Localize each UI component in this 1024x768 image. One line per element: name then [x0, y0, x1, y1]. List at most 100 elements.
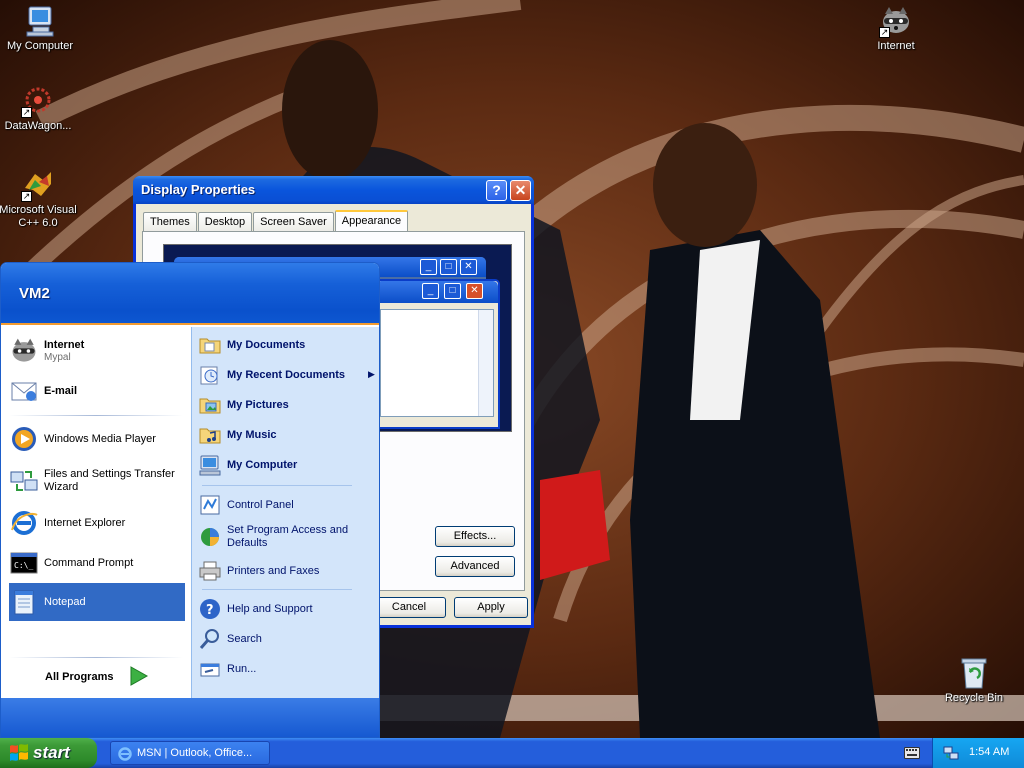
clock[interactable]: 1:54 AM	[969, 746, 1009, 758]
desktop-icon-label: DataWagon...	[4, 120, 72, 132]
desktop-icon-datawagon[interactable]: ↗ DataWagon...	[0, 84, 78, 133]
start-item-my-computer[interactable]: My Computer	[198, 451, 378, 479]
start-item-my-documents[interactable]: My Documents	[198, 331, 378, 359]
tab-strip: Themes Desktop Screen Saver Appearance	[143, 210, 409, 233]
desktop-icon-label: My Computer	[6, 40, 74, 52]
start-menu-places: My Documents My Recent Documents ▶ My Pi…	[191, 327, 379, 698]
start-item-my-music[interactable]: My Music	[198, 421, 378, 449]
run-icon	[198, 657, 222, 681]
start-item-label: Run...	[227, 662, 257, 675]
start-item-search[interactable]: Search	[198, 625, 378, 653]
window-title: Display Properties	[141, 182, 256, 197]
start-item-label: Windows Media Player	[44, 432, 156, 445]
desktop-icon-visual-cpp[interactable]: ↗ Microsoft Visual C++ 6.0	[0, 168, 78, 230]
desktop-icon-recycle-bin[interactable]: Recycle Bin	[934, 656, 1014, 705]
green-arrow-icon[interactable]	[129, 665, 149, 687]
window-titlebar[interactable]: Display Properties ? ✕	[133, 176, 534, 204]
preview-scrollbar	[478, 310, 493, 416]
start-item-sublabel: Mypal	[44, 352, 71, 363]
shortcut-arrow-icon: ↗	[21, 191, 32, 202]
raccoon-browser-icon: ↗	[879, 4, 913, 38]
network-icon[interactable]	[943, 745, 959, 761]
close-icon: ✕	[460, 259, 477, 275]
start-item-control-panel[interactable]: Control Panel	[198, 491, 378, 519]
tab-themes[interactable]: Themes	[143, 212, 197, 232]
preview-titlebar: _ □ ✕	[376, 281, 498, 303]
start-item-label: Notepad	[44, 595, 86, 608]
recycle-bin-icon	[957, 656, 991, 690]
cancel-button[interactable]: Cancel	[372, 597, 446, 618]
start-item-label: Internet	[44, 339, 85, 351]
start-item-label: Internet Explorer	[44, 516, 126, 529]
maximize-icon: □	[440, 259, 457, 275]
tab-screen-saver[interactable]: Screen Saver	[253, 212, 334, 232]
start-button[interactable]: start	[0, 738, 97, 768]
start-item-email[interactable]: E-mail	[9, 373, 185, 409]
start-item-label: Help and Support	[227, 602, 313, 615]
advanced-button[interactable]: Advanced	[435, 556, 515, 577]
start-menu-footer	[1, 698, 379, 737]
close-icon: ✕	[514, 182, 527, 198]
tab-appearance[interactable]: Appearance	[334, 210, 409, 233]
taskbar: start MSN | Outlook, Office... 1:54 AM	[0, 738, 1024, 768]
minimize-icon: _	[422, 283, 439, 299]
program-access-icon	[198, 525, 222, 549]
all-programs-button[interactable]: All Programs	[45, 671, 113, 683]
keyboard-icon[interactable]	[904, 747, 920, 759]
internet-explorer-icon	[9, 508, 39, 538]
help-button[interactable]: ?	[486, 180, 507, 201]
start-item-label: My Pictures	[227, 398, 289, 411]
recent-documents-icon	[198, 363, 222, 387]
start-item-label: E-mail	[44, 384, 78, 397]
tab-desktop[interactable]: Desktop	[197, 212, 253, 232]
user-name: VM2	[19, 285, 50, 302]
start-menu: VM2 Internet Mypal E-mail Windows Media …	[0, 262, 380, 738]
media-player-icon	[9, 424, 39, 454]
start-item-files-settings-transfer[interactable]: Files and Settings Transfer Wizard	[9, 461, 185, 501]
raccoon-browser-icon	[9, 336, 39, 366]
effects-button[interactable]: Effects...	[435, 526, 515, 547]
taskbar-button-msn[interactable]: MSN | Outlook, Office...	[110, 741, 270, 765]
close-button[interactable]: ✕	[510, 180, 531, 201]
svg-text:C:\_: C:\_	[14, 561, 33, 570]
start-item-command-prompt[interactable]: C:\_ Command Prompt	[9, 545, 185, 581]
folder-pictures-icon	[198, 393, 222, 417]
shortcut-arrow-icon: ↗	[879, 27, 890, 38]
search-icon	[198, 627, 222, 651]
start-item-label: My Recent Documents	[227, 368, 345, 381]
start-item-my-pictures[interactable]: My Pictures	[198, 391, 378, 419]
separator	[202, 589, 352, 590]
start-item-my-recent-documents[interactable]: My Recent Documents ▶	[198, 361, 378, 389]
svg-text:?: ?	[206, 603, 214, 618]
maximize-icon: □	[444, 283, 461, 299]
start-item-internet[interactable]: Internet Mypal	[9, 333, 185, 369]
start-item-label: Search	[227, 632, 262, 645]
internet-explorer-icon	[118, 747, 132, 761]
desktop-icon-my-computer[interactable]: My Computer	[0, 4, 80, 53]
separator	[202, 485, 352, 486]
desktop-icon-internet[interactable]: ↗ Internet	[856, 4, 936, 53]
start-item-label: My Music	[227, 428, 277, 441]
start-item-help-support[interactable]: ? Help and Support	[198, 595, 378, 623]
computer-icon	[23, 4, 57, 38]
start-item-windows-media-player[interactable]: Windows Media Player	[9, 421, 185, 457]
start-label: start	[33, 743, 70, 762]
system-tray: 1:54 AM	[932, 738, 1024, 768]
separator	[9, 657, 183, 658]
start-item-notepad[interactable]: Notepad	[9, 583, 185, 621]
start-item-label: Control Panel	[227, 498, 294, 511]
desktop-icon-label: Recycle Bin	[944, 692, 1004, 704]
transfer-wizard-icon	[9, 466, 39, 496]
start-item-label: My Documents	[227, 338, 306, 351]
start-item-internet-explorer[interactable]: Internet Explorer	[9, 505, 185, 541]
start-item-run[interactable]: Run...	[198, 655, 378, 683]
start-item-set-program-access[interactable]: Set Program Access and Defaults	[198, 521, 378, 553]
visual-studio-icon: ↗	[21, 168, 55, 202]
windows-logo-icon	[10, 744, 28, 761]
help-icon: ?	[198, 597, 222, 621]
apply-button[interactable]: Apply	[454, 597, 528, 618]
start-item-label: Printers and Faxes	[227, 564, 320, 577]
close-icon: ✕	[466, 283, 483, 299]
email-icon	[9, 376, 39, 406]
start-item-printers-faxes[interactable]: Printers and Faxes	[198, 557, 378, 585]
